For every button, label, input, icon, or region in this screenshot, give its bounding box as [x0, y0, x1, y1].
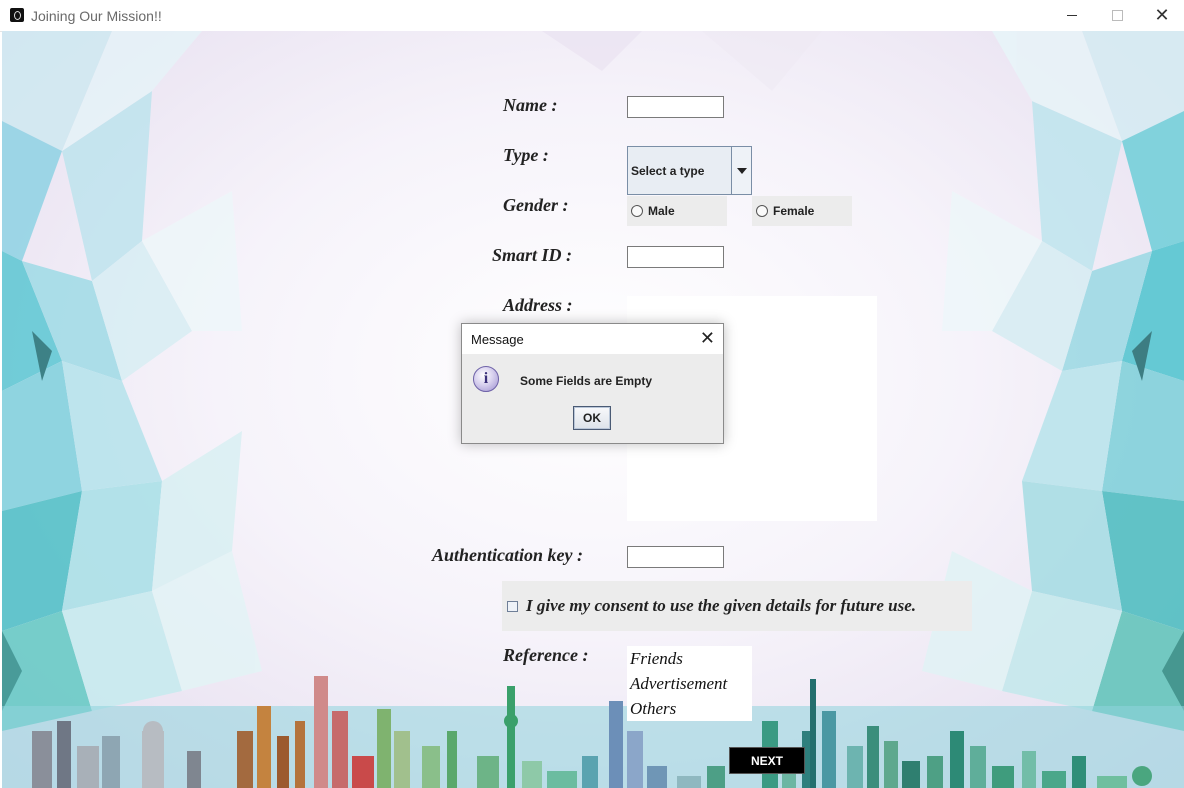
- type-select-value: Select a type: [631, 164, 705, 178]
- maximize-button[interactable]: [1094, 0, 1140, 31]
- next-button[interactable]: NEXT: [729, 747, 805, 774]
- dialog-close-button[interactable]: ✕: [700, 328, 715, 349]
- close-icon: ✕: [1154, 5, 1170, 26]
- ok-button[interactable]: OK: [573, 406, 611, 430]
- smart-id-input[interactable]: [627, 246, 724, 268]
- reference-label: Reference :: [503, 645, 589, 665]
- reference-list[interactable]: Friends Advertisement Others: [627, 646, 752, 721]
- close-button[interactable]: ✕: [1139, 0, 1184, 31]
- radio-circle-icon: [631, 205, 643, 217]
- type-select[interactable]: Select a type: [627, 146, 752, 195]
- message-dialog: Message ✕ i Some Fields are Empty OK: [461, 323, 724, 444]
- dialog-title: Message: [471, 332, 524, 347]
- auth-key-label: Authentication key :: [432, 545, 584, 565]
- window-title: Joining Our Mission!!: [31, 8, 162, 24]
- maximize-icon: [1111, 10, 1123, 21]
- window-titlebar: Joining Our Mission!! ✕: [0, 0, 1184, 32]
- gender-female-radio[interactable]: Female: [752, 196, 852, 226]
- gender-label: Gender :: [503, 195, 569, 215]
- minimize-icon: [1067, 15, 1077, 16]
- dialog-message: Some Fields are Empty: [520, 374, 653, 388]
- name-input[interactable]: [627, 96, 724, 118]
- name-label: Name :: [503, 95, 558, 115]
- consent-checkbox-row[interactable]: I give my consent to use the given detai…: [502, 581, 972, 631]
- consent-checkbox[interactable]: [507, 600, 518, 612]
- smart-id-label: Smart ID :: [492, 245, 573, 265]
- gender-male-radio[interactable]: Male: [627, 196, 727, 226]
- auth-key-input[interactable]: [627, 546, 724, 568]
- info-icon: i: [473, 366, 499, 392]
- chevron-down-icon[interactable]: [731, 147, 751, 194]
- reference-item-others[interactable]: Others: [627, 696, 752, 721]
- gender-male-label: Male: [648, 204, 675, 218]
- reference-item-advertisement[interactable]: Advertisement: [627, 671, 752, 696]
- dialog-titlebar: Message ✕: [462, 324, 723, 354]
- consent-text: I give my consent to use the given detai…: [526, 596, 917, 615]
- app-icon: [10, 8, 24, 22]
- type-label: Type :: [503, 145, 549, 165]
- minimize-button[interactable]: [1049, 0, 1095, 31]
- reference-item-friends[interactable]: Friends: [627, 646, 752, 671]
- radio-circle-icon: [756, 205, 768, 217]
- gender-female-label: Female: [773, 204, 815, 218]
- address-label: Address :: [503, 295, 573, 315]
